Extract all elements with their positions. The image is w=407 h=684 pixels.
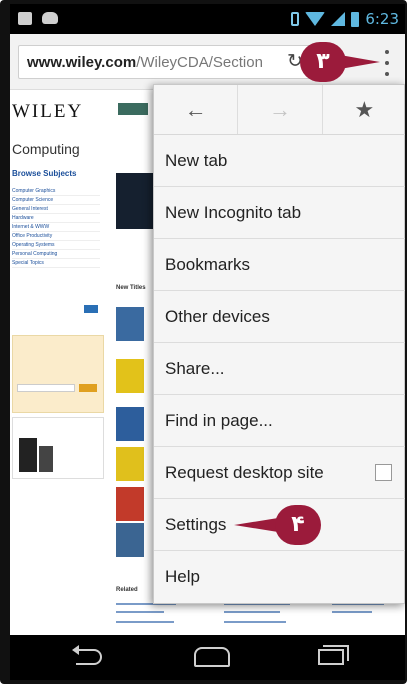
book-thumbnail[interactable]: [116, 307, 144, 341]
bookmark-star-icon[interactable]: ★: [323, 85, 405, 134]
back-nav-icon[interactable]: [76, 649, 102, 665]
menu-item-share[interactable]: Share...: [154, 343, 405, 395]
overflow-dot: [385, 72, 389, 76]
featured-book-cover[interactable]: [116, 173, 154, 229]
related-heading: Related: [116, 587, 138, 593]
browse-subjects-heading: Browse Subjects: [12, 169, 77, 178]
menu-item-request-desktop-site[interactable]: Request desktop site: [154, 447, 405, 499]
notification-icon: [18, 12, 32, 25]
subject-link[interactable]: General Interest: [12, 205, 100, 214]
menu-item-help[interactable]: Help: [154, 551, 405, 603]
menu-item-label: Help: [165, 567, 200, 586]
new-titles-heading: New Titles: [116, 285, 146, 291]
newsletter-signup-box: [12, 335, 104, 413]
subject-link[interactable]: Personal Computing: [12, 250, 100, 259]
phone-screen: 6:23 www.wiley.com/WileyCDA/Section ↻ WI…: [10, 4, 405, 680]
forward-icon[interactable]: →: [238, 85, 323, 134]
overflow-dot: [385, 61, 389, 65]
request-desktop-checkbox[interactable]: [375, 464, 392, 481]
signup-email-field[interactable]: [17, 384, 75, 392]
battery-icon: [351, 11, 360, 27]
book-thumbnail[interactable]: [116, 447, 144, 481]
home-nav-icon[interactable]: [194, 647, 230, 667]
footer-link[interactable]: [116, 621, 174, 623]
menu-item-find-in-page[interactable]: Find in page...: [154, 395, 405, 447]
signal-icon: [331, 12, 346, 26]
menu-item-label: Bookmarks: [165, 255, 251, 274]
menu-item-new-incognito-tab[interactable]: New Incognito tab: [154, 187, 405, 239]
footer-link[interactable]: [332, 611, 372, 613]
bluetooth-icon: [291, 12, 300, 26]
wifi-icon: [305, 12, 326, 26]
subject-link[interactable]: Office Productivity: [12, 232, 100, 241]
overflow-menu-icon[interactable]: [380, 50, 394, 76]
graduation-cap-icon: [84, 305, 98, 313]
subject-link[interactable]: Internet & WWW: [12, 223, 100, 232]
status-icons: 6:23: [291, 10, 399, 28]
subject-link[interactable]: Special Topics: [12, 259, 100, 268]
book-thumbnail[interactable]: [116, 523, 144, 557]
menu-item-label: Other devices: [165, 307, 270, 326]
phone-frame: 6:23 www.wiley.com/WileyCDA/Section ↻ WI…: [0, 0, 407, 684]
subject-link[interactable]: Computer Science: [12, 196, 100, 205]
status-bar: 6:23: [10, 4, 405, 34]
menu-item-label: New Incognito tab: [165, 203, 302, 222]
menu-item-bookmarks[interactable]: Bookmarks: [154, 239, 405, 291]
subject-link[interactable]: Computer Graphics: [12, 187, 100, 196]
step-callout-menu: ۳: [300, 42, 346, 82]
recent-apps-icon[interactable]: [318, 649, 344, 665]
overflow-dot: [385, 50, 389, 54]
book-thumbnail[interactable]: [116, 359, 144, 393]
menu-item-label: New tab: [165, 151, 228, 170]
subject-link[interactable]: Operating Systems: [12, 241, 100, 250]
menu-item-label: Settings: [165, 515, 227, 534]
url-domain: www.wiley.com: [27, 54, 137, 71]
menu-item-other-devices[interactable]: Other devices: [154, 291, 405, 343]
address-bar[interactable]: www.wiley.com/WileyCDA/Section ↻: [18, 45, 310, 79]
notification-icons: [18, 12, 58, 25]
book-thumbnail[interactable]: [116, 487, 144, 521]
back-icon[interactable]: ←: [154, 85, 239, 134]
subject-link[interactable]: Hardware: [12, 214, 100, 223]
menu-item-label: Find in page...: [165, 411, 273, 430]
url-path: /WileyCDA/Section: [136, 54, 263, 71]
book-thumbnail[interactable]: [116, 407, 144, 441]
footer-link[interactable]: [116, 611, 164, 613]
menu-icon-row: ← → ★: [154, 85, 405, 135]
ebooks-promo-box[interactable]: [12, 417, 104, 479]
callout-pointer: [234, 518, 278, 532]
step-callout-settings: ۴: [275, 505, 321, 545]
signup-go-button[interactable]: [79, 384, 97, 392]
android-notification-icon: [42, 12, 58, 24]
site-nav-button[interactable]: [118, 103, 148, 115]
status-time: 6:23: [365, 10, 399, 28]
url-text[interactable]: www.wiley.com/WileyCDA/Section: [27, 54, 279, 71]
footer-link[interactable]: [224, 621, 286, 623]
system-nav-bar: [10, 635, 405, 680]
menu-item-label: Request desktop site: [165, 463, 324, 482]
page-heading: Computing: [12, 141, 80, 157]
phone-image: [39, 446, 53, 472]
menu-item-new-tab[interactable]: New tab: [154, 135, 405, 187]
subject-links-list: Computer Graphics Computer Science Gener…: [12, 187, 100, 268]
callout-pointer: [340, 55, 380, 69]
menu-item-label: Share...: [165, 359, 225, 378]
tablet-image: [19, 438, 37, 472]
footer-links: [116, 601, 396, 631]
site-logo[interactable]: WILEY: [12, 101, 83, 123]
footer-link[interactable]: [224, 611, 280, 613]
